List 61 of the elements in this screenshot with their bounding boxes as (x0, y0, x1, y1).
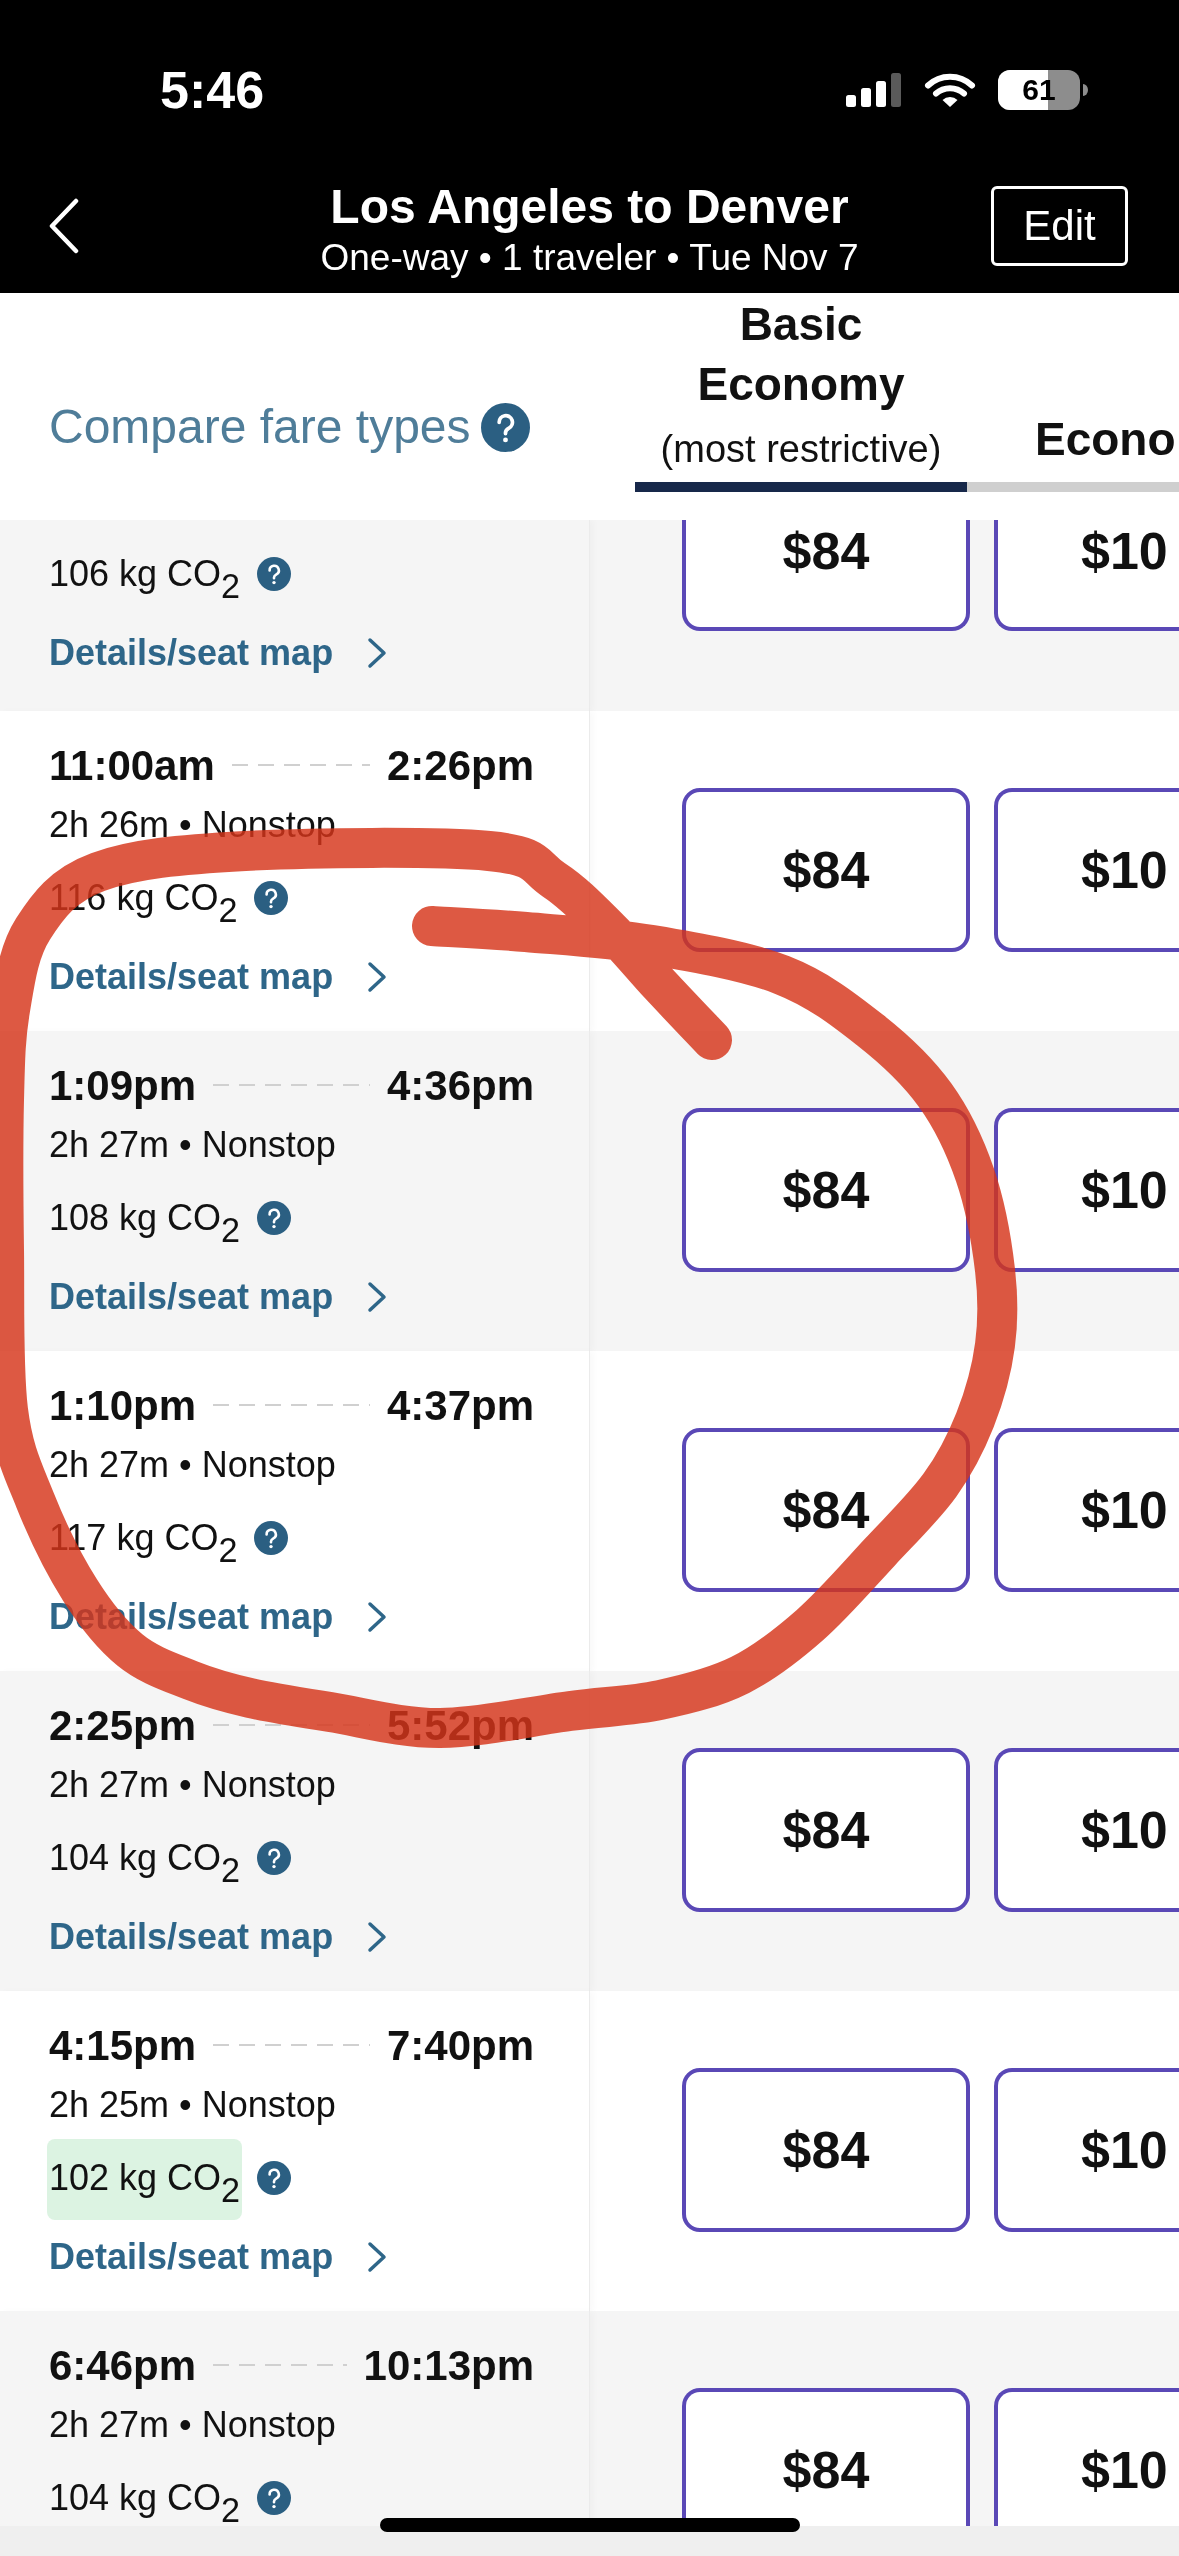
status-time: 5:46 (160, 64, 265, 116)
duration-text: 2h 25m • Nonstop (49, 2085, 337, 2125)
departure-time: 4:15pm (49, 2020, 197, 2071)
back-button[interactable] (48, 198, 80, 254)
fare-price-button[interactable]: $10 (994, 2388, 1179, 2526)
help-icon[interactable] (257, 2161, 292, 2195)
signal-icon (846, 73, 902, 107)
details-link[interactable]: Details/seat map (49, 2235, 388, 2279)
arrival-time: 7:40pm (386, 2020, 534, 2071)
help-icon[interactable] (257, 2481, 292, 2515)
departure-time: 1:09pm (49, 1060, 197, 1111)
help-icon[interactable] (480, 402, 530, 452)
help-icon[interactable] (257, 1201, 292, 1235)
wifi-icon (924, 72, 976, 108)
battery-percent: 61 (1022, 75, 1056, 105)
duration-text: 2h 27m • Nonstop (49, 1445, 337, 1485)
arrival-time: 4:36pm (386, 1060, 534, 1111)
fare-price-button[interactable]: $84 (682, 2388, 970, 2526)
fare-price-button[interactable]: $10 (994, 788, 1179, 952)
fare-price-button[interactable]: $10 (994, 1428, 1179, 1592)
details-link[interactable]: Details/seat map (49, 1275, 388, 1319)
arrival-time: 10:13pm (363, 2340, 534, 2391)
help-icon[interactable] (254, 1521, 289, 1555)
fare-price-button[interactable]: $10 (994, 1748, 1179, 1912)
details-link[interactable]: Details/seat map (49, 1915, 388, 1959)
fare-price-button[interactable]: $84 (682, 788, 970, 952)
fare-price-button[interactable]: $84 (682, 1748, 970, 1912)
fare-tab[interactable]: Econo (967, 409, 1179, 492)
fare-price-button[interactable]: $84 (682, 1108, 970, 1272)
chevron-right-icon (367, 637, 388, 669)
trip-summary: One-way • 1 traveler • Tue Nov 7 (320, 238, 859, 278)
details-link[interactable]: Details/seat map (49, 955, 388, 999)
arrival-time: 2:26pm (386, 740, 534, 791)
chevron-right-icon (367, 961, 388, 993)
chevron-right-icon (367, 1921, 388, 1953)
edit-button[interactable]: Edit (991, 186, 1128, 266)
help-icon[interactable] (257, 1841, 292, 1875)
route-title: Los Angeles to Denver (329, 179, 850, 235)
chevron-left-icon (48, 198, 80, 254)
duration-text: 2h 27m • Nonstop (49, 2405, 337, 2445)
departure-time: 2:25pm (49, 1700, 197, 1751)
chevron-right-icon (367, 1281, 388, 1313)
fare-price-button[interactable]: $10 (994, 1108, 1179, 1272)
fare-price-button[interactable]: $84 (682, 2068, 970, 2232)
departure-time: 11:00am (49, 740, 215, 791)
fare-price-button[interactable]: $10 (994, 2068, 1179, 2232)
departure-time: 6:46pm (49, 2340, 197, 2391)
help-icon[interactable] (254, 881, 289, 915)
duration-text: 2h 27m • Nonstop (49, 1765, 337, 1805)
chevron-right-icon (367, 1601, 388, 1633)
fare-price-button[interactable]: $84 (682, 520, 970, 631)
duration-text: 2h 27m • Nonstop (49, 1125, 337, 1165)
departure-time: 1:10pm (49, 1380, 197, 1431)
chevron-right-icon (367, 2241, 388, 2273)
help-icon[interactable] (257, 557, 292, 591)
fare-price-button[interactable]: $10 (994, 520, 1179, 631)
details-link[interactable]: Details/seat map (49, 631, 388, 675)
fare-tab[interactable]: Basic Economy (most restrictive) (635, 294, 967, 492)
compare-fare-types-link[interactable]: Compare fare types (49, 400, 471, 454)
arrival-time: 4:37pm (386, 1380, 534, 1431)
battery-icon (998, 70, 1088, 110)
